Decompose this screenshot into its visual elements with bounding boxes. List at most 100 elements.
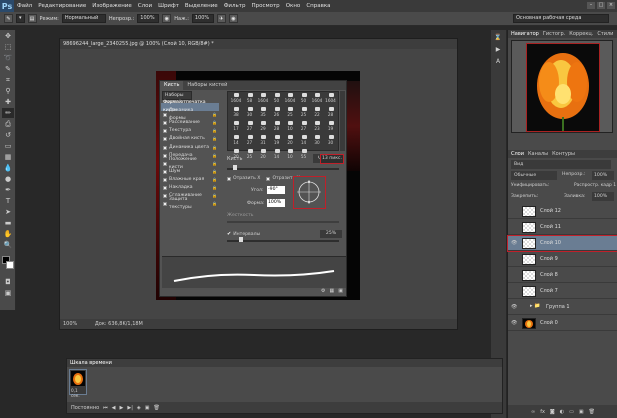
brush-setting-checkbox[interactable] — [163, 121, 167, 126]
brush-tip-grid[interactable]: 1604 58 1604 50 1604 50 1604 1604 38 30 35 26 25 25 22… — [227, 91, 339, 159]
move-tool-icon[interactable]: ✥ — [2, 31, 14, 41]
flip-y-checkbox[interactable] — [266, 176, 271, 181]
brush-tip[interactable]: 31 — [257, 135, 269, 145]
brush-tip[interactable]: 30 — [325, 135, 337, 145]
eyedropper-tool-icon[interactable]: ⚲ — [2, 86, 14, 96]
brush-tip[interactable]: 14 — [298, 135, 310, 145]
brush-tool-icon[interactable]: ✎ — [4, 14, 13, 23]
brush-tip[interactable]: 19 — [271, 135, 283, 145]
brush-tip[interactable]: 20 — [257, 149, 269, 159]
brush-setting-item[interactable]: Положение кисти 🔒 — [161, 157, 219, 170]
menu-item[interactable]: Выделение — [182, 3, 221, 9]
pressure-opacity-icon[interactable]: ◉ — [162, 14, 172, 23]
history-icon[interactable]: ⌛ — [493, 34, 503, 42]
document-tab-title[interactable]: 98696244_large_2340255.jpg @ 100% (Слой … — [60, 39, 457, 49]
brush-setting-checkbox[interactable] — [163, 113, 167, 118]
menu-item[interactable]: Изображение — [89, 3, 135, 9]
brush-tip[interactable]: 30 — [244, 107, 256, 117]
brush-tip[interactable]: 27 — [244, 135, 256, 145]
layer-row[interactable]: Слой 9 — [508, 252, 617, 267]
brush-setting-item[interactable]: Защита текстуры 🔒 — [161, 197, 219, 210]
lock-icon[interactable]: 🔒 — [212, 160, 217, 168]
layer-opacity-input[interactable]: 100% — [592, 171, 614, 180]
size-slider[interactable] — [227, 168, 339, 170]
brush-setting-item[interactable]: Рассеивание 🔒 — [161, 119, 219, 127]
path-selection-tool-icon[interactable]: ➤ — [2, 207, 14, 217]
lock-icon[interactable]: 🔒 — [212, 152, 217, 160]
brush-tip[interactable]: 35 — [257, 107, 269, 117]
adjustment-layer-icon[interactable]: ◐ — [560, 409, 564, 415]
navigator-tab[interactable]: Гистогр. — [543, 30, 565, 38]
brush-tip[interactable]: 29 — [257, 121, 269, 131]
new-group-icon[interactable]: ▭ — [569, 409, 574, 415]
layer-row[interactable]: Слой 12 — [508, 204, 617, 219]
tween-icon[interactable]: ◈ — [137, 405, 141, 411]
brush-tip[interactable]: 23 — [311, 121, 323, 131]
hand-tool-icon[interactable]: ✋ — [2, 229, 14, 239]
maximize-button[interactable]: □ — [597, 2, 605, 9]
tip-grid-scrollbar[interactable] — [340, 91, 345, 151]
quick-select-tool-icon[interactable]: ✎ — [2, 64, 14, 74]
menu-item[interactable]: Просмотр — [248, 3, 282, 9]
minimize-button[interactable]: – — [587, 2, 595, 9]
loop-select[interactable]: Постоянно — [71, 405, 99, 411]
menu-item[interactable]: Шрифт — [155, 3, 182, 9]
lock-icon[interactable]: 🔒 — [212, 200, 217, 208]
lock-icon[interactable]: 🔒 — [212, 111, 217, 119]
type-tool-icon[interactable]: T — [2, 196, 14, 206]
lasso-tool-icon[interactable]: ➰ — [2, 53, 14, 63]
brush-tip[interactable]: 58 — [244, 93, 256, 103]
spacing-checkbox[interactable]: ✔ — [227, 231, 231, 237]
brush-tip[interactable]: 25 — [244, 149, 256, 159]
spacing-slider-handle[interactable] — [239, 237, 243, 242]
brush-setting-item[interactable]: Текстура 🔒 — [161, 127, 219, 135]
navigator-preview[interactable] — [511, 40, 613, 133]
brush-setting-checkbox[interactable] — [163, 202, 167, 207]
doc-size-info[interactable]: Док: 636,8K/1,18M — [95, 321, 143, 327]
brush-setting-checkbox[interactable] — [163, 177, 167, 182]
brush-panel-toggle-icon[interactable]: ▤ — [27, 14, 37, 23]
folder-icon[interactable]: ▸ 📁 — [530, 303, 540, 309]
visibility-eye-icon[interactable]: 👁 — [511, 304, 517, 310]
layer-row[interactable]: Слой 8 — [508, 268, 617, 283]
menu-item[interactable]: Редактирование — [35, 3, 89, 9]
delete-frame-icon[interactable]: 🗑 — [154, 405, 160, 411]
shape-tool-icon[interactable]: ▬ — [2, 218, 14, 228]
brush-tip[interactable]: 19 — [325, 121, 337, 131]
brush-preset-picker[interactable]: ▾ — [16, 14, 25, 23]
dodge-tool-icon[interactable]: ● — [2, 174, 14, 184]
menu-item[interactable]: Фильтр — [221, 3, 249, 9]
visibility-eye-icon[interactable]: 👁 — [511, 320, 517, 326]
play-icon[interactable]: ▶ — [120, 405, 124, 411]
brush-setting-checkbox[interactable] — [163, 169, 167, 174]
layer-row[interactable]: Слой 7 — [508, 284, 617, 299]
brush-setting-checkbox[interactable] — [163, 137, 167, 142]
brush-tip[interactable]: 1604 — [311, 93, 323, 103]
first-frame-icon[interactable]: ⏮ — [103, 405, 108, 411]
gradient-tool-icon[interactable]: ▦ — [2, 152, 14, 162]
menu-item[interactable]: Окно — [283, 3, 304, 9]
spacing-input[interactable]: 25% — [320, 230, 342, 238]
layer-style-icon[interactable]: fx — [540, 409, 545, 415]
opacity-input[interactable]: 100% — [137, 14, 160, 23]
layer-row[interactable]: Слой 11 — [508, 220, 617, 235]
brush-tip[interactable]: 28 — [325, 107, 337, 117]
brush-tip[interactable]: 50 — [271, 93, 283, 103]
brush-tip[interactable]: 1604 — [230, 93, 242, 103]
actions-icon[interactable]: ▶ — [493, 46, 503, 54]
brush-tip[interactable]: 20 — [284, 135, 296, 145]
pen-tool-icon[interactable]: ✒ — [2, 185, 14, 195]
airbrush-icon[interactable]: ✈ — [216, 14, 226, 23]
visibility-eye-icon[interactable]: 👁 — [511, 240, 517, 246]
new-layer-icon[interactable]: ▣ — [579, 409, 584, 415]
hardness-slider[interactable] — [227, 221, 339, 223]
blend-mode-select[interactable]: Обычные — [511, 171, 557, 180]
lock-icon[interactable]: 🔒 — [212, 168, 217, 176]
brush-tool-icon[interactable]: ✏ — [2, 108, 14, 118]
spacing-slider[interactable] — [227, 240, 339, 242]
delete-layer-icon[interactable]: 🗑 — [589, 409, 595, 415]
new-preset-icon[interactable]: ▣ — [338, 288, 343, 294]
tab-brush[interactable]: Кисть — [160, 81, 184, 90]
brush-setting-item[interactable]: Двойная кисть 🔒 — [161, 135, 219, 143]
fill-input[interactable]: 100% — [592, 192, 614, 201]
